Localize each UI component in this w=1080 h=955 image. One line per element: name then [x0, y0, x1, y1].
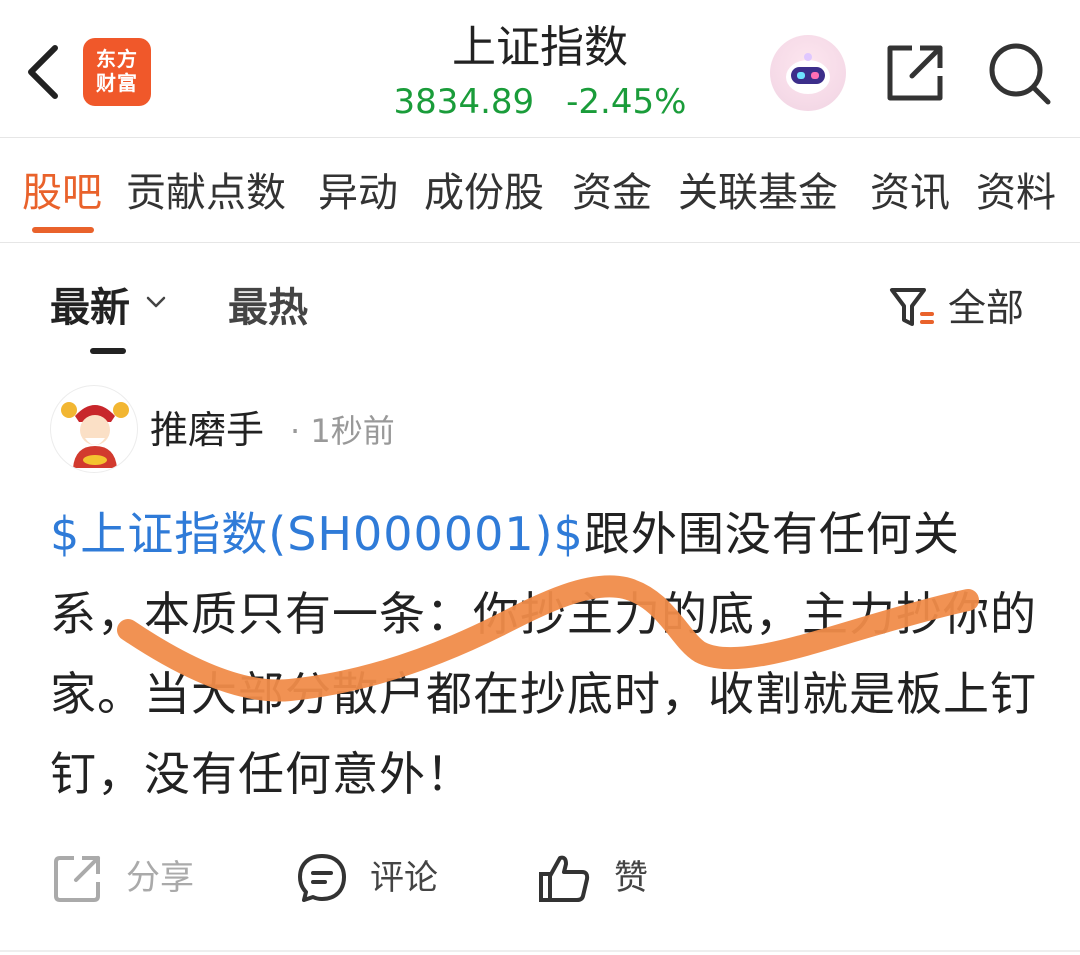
post-actions: 分享 评论 赞: [0, 830, 1080, 930]
search-button[interactable]: [986, 40, 1056, 106]
divider: [0, 950, 1080, 952]
tab-guba[interactable]: 股吧: [22, 167, 102, 219]
like-label: 赞: [614, 858, 648, 898]
post-timestamp: · 1秒前: [290, 412, 395, 450]
comment-label: 评论: [370, 858, 438, 898]
header-title-block: 上证指数 3834.89 -2.45%: [300, 18, 780, 124]
filter-icon[interactable]: [888, 284, 938, 332]
back-button[interactable]: [18, 40, 68, 104]
logo-line1: 东方: [96, 47, 138, 71]
index-change: -2.45%: [566, 82, 687, 122]
logo-line2: 财富: [96, 71, 138, 95]
active-tab-indicator: [32, 227, 94, 233]
tab-constituents[interactable]: 成份股: [424, 167, 544, 219]
sort-bar: 最新 最热 全部: [0, 244, 1080, 364]
share-icon: [887, 45, 943, 101]
god-of-wealth-avatar-icon: [61, 402, 129, 468]
tab-funds-flow[interactable]: 资金: [572, 167, 652, 219]
tab-bar: 股吧 贡献点数 异动 成份股 资金 关联基金 资讯 资料: [0, 139, 1080, 243]
index-quote: 3834.89 -2.45%: [300, 80, 780, 124]
search-icon: [989, 43, 1051, 105]
like-button[interactable]: 赞: [538, 852, 648, 904]
share-icon: [54, 856, 100, 902]
share-label: 分享: [126, 858, 194, 898]
comment-button[interactable]: 评论: [296, 852, 438, 904]
tab-news[interactable]: 资讯: [870, 167, 950, 219]
index-price: 3834.89: [393, 82, 535, 122]
avatar[interactable]: [50, 385, 138, 473]
sort-latest[interactable]: 最新: [50, 282, 130, 334]
tab-contribution[interactable]: 贡献点数: [126, 167, 286, 219]
tab-movement[interactable]: 异动: [318, 167, 398, 219]
comment-icon: [298, 854, 346, 902]
post-content[interactable]: $上证指数(SH000001)$跟外围没有任何关系，本质只有一条：你抄主力的底，…: [50, 494, 1040, 814]
stock-link[interactable]: $上证指数(SH000001)$: [50, 507, 584, 561]
tab-profile[interactable]: 资料: [976, 167, 1056, 219]
page-title: 上证指数: [452, 22, 628, 73]
app-logo[interactable]: 东方 财富: [83, 38, 151, 106]
filter-label[interactable]: 全部: [948, 282, 1024, 334]
sort-indicator: [90, 348, 126, 354]
post-username[interactable]: 推磨手: [150, 405, 264, 455]
share-button[interactable]: [882, 40, 948, 106]
top-bar: 东方 财富 上证指数 3834.89 -2.45%: [0, 0, 1080, 138]
chevron-down-icon[interactable]: [145, 294, 167, 310]
sort-hot[interactable]: 最热: [228, 282, 308, 334]
robot-face-icon: [786, 53, 830, 94]
assistant-robot-icon[interactable]: [770, 35, 846, 111]
thumbs-up-icon: [539, 855, 590, 902]
share-post-button[interactable]: 分享: [52, 852, 194, 904]
tab-related-funds[interactable]: 关联基金: [678, 167, 838, 219]
back-arrow-icon: [28, 45, 58, 99]
